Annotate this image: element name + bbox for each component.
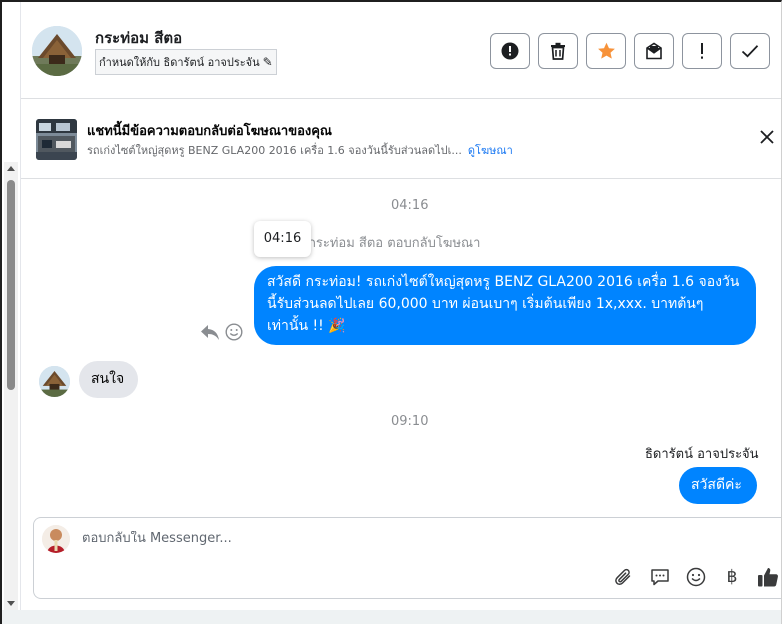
trash-icon [551, 42, 565, 60]
emoji-button[interactable] [684, 565, 708, 589]
exclamation-icon [701, 43, 703, 59]
window-bottom-edge [2, 610, 781, 624]
assign-conversation-button[interactable]: กำหนดให้กับ ธิดารัตน์ อาจประจัน ✎ [95, 49, 277, 75]
contact-name: กระท่อม สีตอ [95, 29, 183, 47]
pencil-icon: ✎ [262, 55, 273, 69]
ad-reply-note: กระท่อม สีตอ ตอบกลับโฆษณา [308, 236, 481, 251]
alert-circle-icon [501, 42, 519, 60]
sender-name: ธิดารัตน์ อาจประจัน [645, 447, 759, 462]
message-timestamp: 04:16 [391, 198, 429, 213]
conversation-toolbar [490, 33, 770, 69]
envelope-icon [646, 42, 662, 60]
like-button[interactable] [756, 565, 780, 589]
close-icon[interactable] [758, 128, 776, 146]
ad-reply-banner: แชทนี้มีข้อความตอบกลับต่อโฆษณาของคุณ รถเ… [21, 100, 781, 179]
composer-toolbar: ฿ [612, 565, 780, 589]
reply-icon[interactable] [200, 323, 220, 341]
smile-reaction-icon[interactable] [225, 323, 243, 341]
saved-replies-button[interactable] [648, 565, 672, 589]
reply-input[interactable] [82, 531, 642, 546]
chat-bubble-icon [651, 569, 669, 586]
mark-done-button[interactable] [730, 33, 770, 69]
payment-button[interactable]: ฿ [720, 565, 744, 589]
view-ad-link[interactable]: ดูโฆษณา [468, 144, 513, 157]
ad-banner-subtitle: รถเก่งไซต์ใหญ่สุดหรู BENZ GLA200 2016 เค… [87, 141, 513, 159]
follow-up-button[interactable] [682, 33, 722, 69]
thumbs-up-icon [758, 568, 778, 587]
star-icon [597, 42, 615, 59]
time-tooltip: 04:16 [254, 221, 311, 257]
page-avatar [42, 525, 70, 553]
contact-avatar-small [39, 366, 70, 397]
incoming-message[interactable]: สนใจ [79, 361, 138, 398]
emoji-icon [686, 567, 706, 587]
scrollbar[interactable] [4, 162, 18, 610]
reply-composer: ฿ [33, 517, 781, 599]
ad-banner-title: แชทนี้มีข้อความตอบกลับต่อโฆษณาของคุณ [87, 124, 332, 139]
mark-unread-button[interactable] [634, 33, 674, 69]
conversation-header: กระท่อม สีตอ กำหนดให้กับ ธิดารัตน์ อาจปร… [21, 2, 781, 99]
star-button[interactable] [586, 33, 626, 69]
check-icon [741, 45, 759, 58]
message-timestamp: 09:10 [391, 414, 429, 429]
spam-button[interactable] [490, 33, 530, 69]
attach-button[interactable] [612, 565, 636, 589]
ad-thumbnail[interactable] [36, 119, 77, 160]
scroll-down-arrow-icon[interactable] [6, 598, 16, 608]
paperclip-icon [615, 568, 631, 586]
outgoing-message[interactable]: สวัสดี กระท่อม! รถเก่งไซต์ใหญ่สุดหรู BEN… [254, 266, 756, 345]
ad-text: รถเก่งไซต์ใหญ่สุดหรู BENZ GLA200 2016 เค… [87, 144, 462, 157]
baht-icon: ฿ [726, 567, 738, 587]
messenger-window: กระท่อม สีตอ กำหนดให้กับ ธิดารัตน์ อาจปร… [0, 0, 782, 624]
scrollbar-thumb[interactable] [7, 180, 15, 390]
assign-label: กำหนดให้กับ ธิดารัตน์ อาจประจัน [99, 56, 260, 69]
contact-avatar[interactable] [32, 26, 82, 76]
scroll-up-arrow-icon[interactable] [6, 164, 16, 174]
outgoing-message[interactable]: สวัสดีค่ะ [679, 467, 757, 504]
delete-button[interactable] [538, 33, 578, 69]
